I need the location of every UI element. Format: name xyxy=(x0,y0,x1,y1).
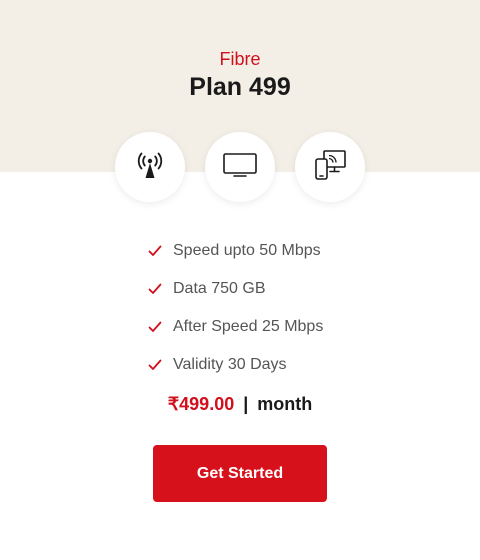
price-row: ₹499.00 | month xyxy=(0,394,480,415)
plan-title: Plan 499 xyxy=(189,73,291,101)
feature-label: Data 750 GB xyxy=(173,280,266,297)
feature-item-speed: Speed upto 50 Mbps xyxy=(148,232,323,270)
check-icon xyxy=(148,358,162,372)
tv-icon xyxy=(221,150,259,185)
get-started-button[interactable]: Get Started xyxy=(153,445,327,502)
wifi-antenna-icon xyxy=(133,148,167,187)
feature-label: Speed upto 50 Mbps xyxy=(173,242,321,259)
devices-icon-circle xyxy=(295,132,365,202)
devices-icon xyxy=(311,147,349,188)
price-period: month xyxy=(257,394,313,414)
feature-label: After Speed 25 Mbps xyxy=(173,318,324,335)
tv-icon-circle xyxy=(205,132,275,202)
plan-card: Fibre Plan 499 Speed upto 50 Mbps Data 7… xyxy=(0,0,480,560)
check-icon xyxy=(148,244,162,258)
price-amount: ₹499.00 xyxy=(167,394,235,414)
plan-type-label: Fibre xyxy=(219,49,261,69)
check-icon xyxy=(148,282,162,296)
wifi-antenna-icon-circle xyxy=(115,132,185,202)
check-icon xyxy=(148,320,162,334)
feature-item-validity: Validity 30 Days xyxy=(148,346,323,384)
feature-list: Speed upto 50 Mbps Data 750 GB After Spe… xyxy=(148,232,323,384)
feature-item-after-speed: After Speed 25 Mbps xyxy=(148,308,323,346)
feature-item-data: Data 750 GB xyxy=(148,270,323,308)
price-separator: | xyxy=(243,394,249,414)
feature-label: Validity 30 Days xyxy=(173,356,287,373)
